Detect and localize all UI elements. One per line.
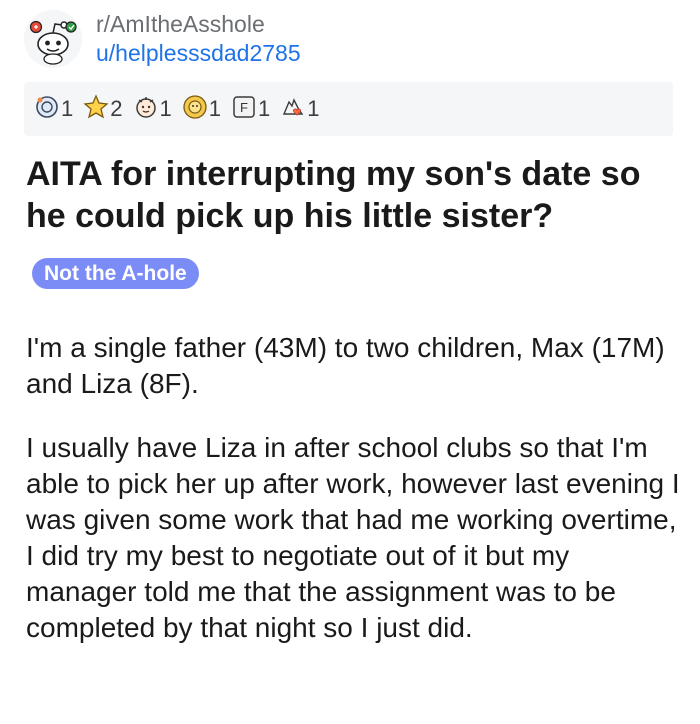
post-meta: r/AmItheAsshole u/helplesssdad2785 xyxy=(96,10,301,68)
award-sun[interactable]: 1 xyxy=(182,94,221,125)
award-count: 1 xyxy=(61,96,74,121)
hands-heart-award-icon xyxy=(280,94,306,125)
award-count: 2 xyxy=(110,96,123,121)
post-flair-badge[interactable]: Not the A-hole xyxy=(32,258,199,289)
award-gold-star[interactable]: 2 xyxy=(83,93,123,125)
award-count: 1 xyxy=(258,96,271,121)
award-count: 1 xyxy=(159,96,172,121)
username-link[interactable]: u/helplesssdad2785 xyxy=(96,38,301,68)
press-f-award-icon: F xyxy=(231,94,257,125)
snoo-avatar-icon[interactable] xyxy=(24,10,82,68)
awards-bar[interactable]: 1 2 1 1 F 1 1 xyxy=(24,82,673,136)
svg-text:F: F xyxy=(240,100,248,115)
post-header: r/AmItheAsshole u/helplesssdad2785 xyxy=(24,8,674,72)
award-hands-heart[interactable]: 1 xyxy=(280,94,320,125)
wholesome-award-icon xyxy=(133,94,159,125)
post-body-paragraph: I'm a single father (43M) to two childre… xyxy=(26,332,665,399)
post-body-paragraph: I usually have Liza in after school club… xyxy=(26,432,680,643)
award-count: 1 xyxy=(208,96,221,121)
post-title[interactable]: AITA for interrupting my son's date so h… xyxy=(26,153,686,237)
gold-star-award-icon xyxy=(83,93,109,125)
sun-award-icon xyxy=(182,94,208,125)
award-wholesome[interactable]: 1 xyxy=(133,94,172,125)
award-press-f[interactable]: F 1 xyxy=(231,94,270,125)
subreddit-link[interactable]: r/AmItheAsshole xyxy=(96,10,301,38)
award-count: 1 xyxy=(307,96,320,121)
award-helpful[interactable]: 1 xyxy=(34,94,73,125)
helpful-award-icon xyxy=(34,94,60,125)
